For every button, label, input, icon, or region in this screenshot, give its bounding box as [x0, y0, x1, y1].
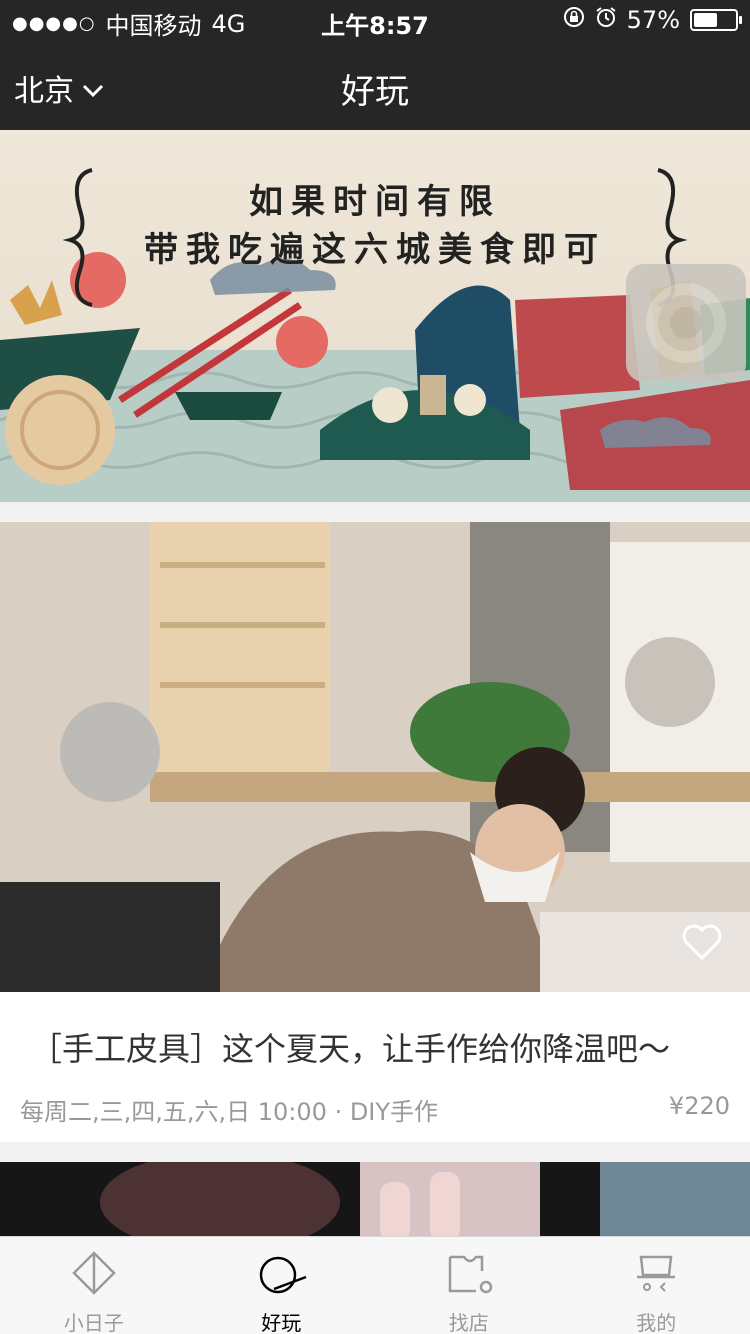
tab-label-diary: 小日子	[63, 1311, 124, 1334]
play-icon	[260, 1256, 307, 1294]
page-title: 好玩	[341, 72, 409, 112]
profile-icon	[637, 1255, 676, 1292]
tab-label-shop: 找店	[448, 1311, 489, 1334]
nav-bar: 北京 好玩	[0, 40, 750, 130]
tab-diary[interactable]: 小日子	[0, 1237, 188, 1334]
activity-price: ¥220	[668, 1092, 730, 1120]
battery-level	[694, 13, 717, 27]
orientation-lock-icon	[563, 6, 585, 34]
record-icon	[646, 283, 726, 363]
activity-card[interactable]: ［手工皮具］这个夏天，让手作给你降温吧～ 每周二,三,四,五,六,日 10:00…	[0, 522, 750, 1142]
banner-line-2: 带我吃遍这六城美食即可	[144, 230, 606, 270]
activity-photo	[0, 522, 750, 992]
alarm-icon	[595, 6, 617, 34]
tab-profile[interactable]: 我的	[563, 1237, 750, 1334]
featured-banner[interactable]: 如果时间有限 带我吃遍这六城美食即可	[0, 130, 750, 502]
banner-text: 如果时间有限 带我吃遍这六城美食即可	[120, 178, 630, 274]
tab-label-profile: 我的	[636, 1311, 677, 1334]
battery-icon	[690, 9, 742, 31]
tab-shop[interactable]: 找店	[375, 1237, 563, 1334]
activity-schedule: 每周二,三,四,五,六,日 10:00 · DIY手作	[20, 1098, 439, 1126]
shop-icon	[448, 1255, 492, 1294]
activity-title: ［手工皮具］这个夏天，让手作给你降温吧～	[30, 1030, 671, 1068]
tab-bar: 小日子 好玩 找店 我的	[0, 1236, 750, 1334]
photo-illustration	[0, 522, 750, 992]
favorite-button[interactable]	[680, 920, 724, 964]
diary-icon	[71, 1251, 116, 1295]
tab-label-play: 好玩	[261, 1311, 302, 1334]
status-right: 57%	[563, 6, 742, 34]
floating-thumbnail[interactable]	[626, 264, 746, 382]
screen: ●●●●○ 中国移动 4G 上午8:57 57% 北京 好玩 如果时间有限 带我…	[0, 0, 750, 1334]
tab-play[interactable]: 好玩	[188, 1237, 376, 1334]
banner-line-1: 如果时间有限	[249, 182, 501, 222]
battery-percent: 57%	[626, 6, 680, 34]
status-bar: ●●●●○ 中国移动 4G 上午8:57 57%	[0, 0, 750, 40]
heart-icon	[682, 924, 722, 961]
